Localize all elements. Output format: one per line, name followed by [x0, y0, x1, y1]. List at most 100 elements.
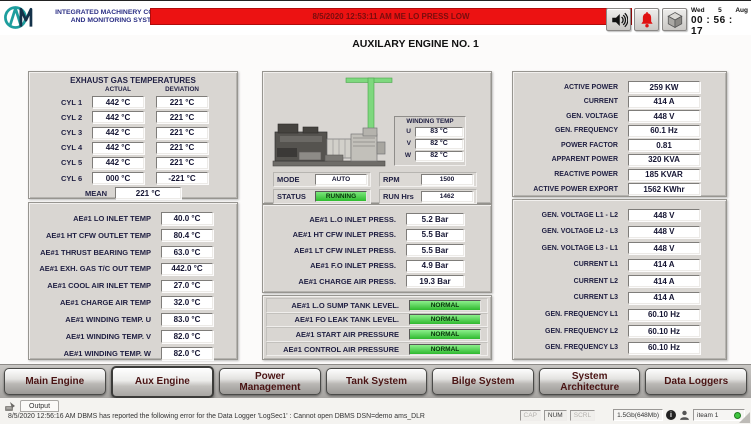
- row-label: AE#1 LT CFW INLET PRESS.: [294, 246, 396, 255]
- row-label: REACTIVE POWER: [554, 171, 618, 178]
- cylinder-label: CYL 5: [61, 158, 86, 167]
- pressure-row: AE#1 LT CFW INLET PRESS. 5.5 Bar: [267, 244, 464, 256]
- cylinder-label: CYL 3: [61, 128, 86, 137]
- memory-usage: 1.5Gb(648Mb): [613, 409, 663, 421]
- view-3d-button[interactable]: [662, 8, 687, 31]
- phase-row: GEN. FREQUENCY L1 60.10 Hz: [517, 309, 700, 321]
- run-hrs-value: 1462: [421, 191, 473, 202]
- mean-value: 221 °C: [115, 187, 181, 199]
- row-value: 40.0 °C: [161, 212, 213, 225]
- row-value: 414 A: [628, 275, 700, 287]
- row-value: 5.5 Bar: [406, 244, 464, 256]
- mute-alarm-button[interactable]: [606, 8, 631, 31]
- deviation-value: 221 °C: [156, 157, 208, 169]
- status-indicators: CAP NUM SCRL 1.5Gb(648Mb) i iteam 1: [520, 409, 745, 421]
- row-value: 32.0 °C: [161, 296, 213, 309]
- row-label: AE#1 CONTROL AIR PRESSURE: [283, 345, 399, 354]
- actual-value: 442 °C: [92, 111, 144, 123]
- winding-row: U 83 °C: [397, 127, 463, 138]
- phase-row: CURRENT L2 414 A: [517, 275, 700, 287]
- row-value: 19.3 Bar: [406, 275, 464, 287]
- row-label: AE#1 HT CFW INLET PRESS.: [293, 230, 396, 239]
- row-value: 80.4 °C: [161, 229, 213, 242]
- exhaust-row: CYL 1 442 °C 221 °C: [29, 96, 237, 108]
- nav-button[interactable]: Aux Engine: [111, 366, 215, 398]
- row-value: 60.1 Hz: [628, 125, 700, 137]
- nav-button[interactable]: Main Engine: [4, 368, 106, 395]
- row-value: 60.10 Hz: [628, 342, 700, 354]
- row-value: 448 V: [628, 226, 700, 238]
- temperature-row: AE#1 WINDING TEMP. V 82.0 °C: [35, 330, 213, 343]
- mode-label: MODE: [277, 175, 315, 184]
- phase-row: GEN. VOLTAGE L1 - L2 448 V: [517, 209, 700, 221]
- row-label: GEN. FREQUENCY L2: [545, 328, 618, 335]
- status-group: STATUS RUNNING: [273, 189, 371, 204]
- normal-status-badge: NORMAL: [409, 300, 481, 311]
- row-label: AE#1 WINDING TEMP. V: [66, 332, 151, 341]
- status-row: AE#1 START AIR PRESSURE NORMAL: [266, 327, 488, 342]
- row-label: AE#1 START AIR PRESSURE: [296, 330, 399, 339]
- run-hrs-label: RUN Hrs: [383, 192, 421, 201]
- row-label: POWER FACTOR: [561, 142, 618, 149]
- row-value: 0.81: [628, 139, 700, 151]
- winding-row: V 82 °C: [397, 139, 463, 150]
- clock: Wed 5 Aug 00 : 56 : 17: [691, 7, 748, 37]
- row-value: 442.0 °C: [161, 263, 213, 276]
- alarm-acknowledge-button[interactable]: [634, 8, 659, 31]
- speaker-icon: [610, 11, 628, 29]
- winding-temp-title: WINDING TEMP: [397, 118, 463, 125]
- actual-value: 442 °C: [92, 142, 144, 154]
- output-tab[interactable]: Output: [20, 400, 59, 412]
- phase-row: GEN. VOLTAGE L3 - L1 448 V: [517, 242, 700, 254]
- nav-button[interactable]: Power Management: [219, 368, 321, 395]
- nav-button[interactable]: System Architecture: [539, 368, 641, 395]
- row-label: GEN. VOLTAGE: [566, 113, 618, 120]
- row-value: 4.9 Bar: [406, 260, 464, 272]
- row-label: CURRENT: [584, 98, 618, 105]
- power-row: GEN. FREQUENCY 60.1 Hz: [517, 125, 700, 137]
- generator-power-panel: ACTIVE POWER 259 KW CURRENT 414 A GEN. V…: [512, 71, 727, 197]
- row-value: 63.0 °C: [161, 246, 213, 259]
- exhaust-row: CYL 5 442 °C 221 °C: [29, 157, 237, 169]
- row-label: AE#1 F.O INLET PRESS.: [310, 261, 396, 270]
- rpm-label: RPM: [383, 175, 421, 184]
- temperature-row: AE#1 CHARGE AIR TEMP 32.0 °C: [35, 296, 213, 309]
- nav-button[interactable]: Tank System: [326, 368, 428, 395]
- resize-grip[interactable]: [739, 412, 750, 423]
- col-deviation: DEVIATION: [156, 86, 208, 93]
- actual-value: 442 °C: [92, 157, 144, 169]
- info-icon: i: [666, 410, 676, 420]
- row-label: AE#1 COOL AIR INLET TEMP: [47, 281, 151, 290]
- power-row: CURRENT 414 A: [517, 96, 700, 108]
- row-value: 82.0 °C: [161, 347, 213, 360]
- exhaust-row: CYL 6 000 °C -221 °C: [29, 172, 237, 184]
- date-display: Wed 5 Aug: [691, 7, 748, 14]
- page-navigation-bar: Main Engine Aux Engine Power Management …: [0, 364, 751, 398]
- deviation-value: 221 °C: [156, 96, 208, 108]
- cube-3d-icon: [666, 11, 684, 29]
- row-label: CURRENT L1: [574, 261, 618, 268]
- row-label: GEN. VOLTAGE L2 - L3: [542, 228, 618, 235]
- row-value: 414 A: [628, 292, 700, 304]
- cylinder-label: CYL 2: [61, 113, 86, 122]
- power-row: REACTIVE POWER 185 KVAR: [517, 169, 700, 181]
- winding-temp-box: WINDING TEMP U 83 °C V 82 °C W 82 °C: [394, 116, 466, 166]
- nav-button[interactable]: Bilge System: [432, 368, 534, 395]
- row-label: AE#1 CHARGE AIR PRESS.: [298, 277, 396, 286]
- nav-button[interactable]: Data Loggers: [645, 368, 747, 395]
- exhaust-row: CYL 2 442 °C 221 °C: [29, 111, 237, 123]
- row-value: 259 KW: [628, 81, 700, 93]
- phase-label: V: [407, 140, 411, 147]
- row-label: AE#1 LO INLET TEMP: [73, 214, 151, 223]
- row-label: AE#1 WINDING TEMP. U: [65, 315, 151, 324]
- pressure-row: AE#1 CHARGE AIR PRESS. 19.3 Bar: [267, 275, 464, 287]
- phase-temp-value: 82 °C: [415, 139, 463, 150]
- am-logo-icon: [3, 2, 37, 33]
- deviation-value: 221 °C: [156, 111, 208, 123]
- engine-temperatures-panel: AE#1 LO INLET TEMP 40.0 °C AE#1 HT CFW O…: [28, 202, 238, 360]
- winding-row: W 82 °C: [397, 151, 463, 162]
- output-icon: [4, 401, 17, 412]
- rpm-value: 1500: [421, 174, 473, 185]
- row-label: ACTIVE POWER EXPORT: [533, 186, 618, 193]
- status-row: AE#1 L.O SUMP TANK LEVEL. NORMAL: [266, 298, 488, 313]
